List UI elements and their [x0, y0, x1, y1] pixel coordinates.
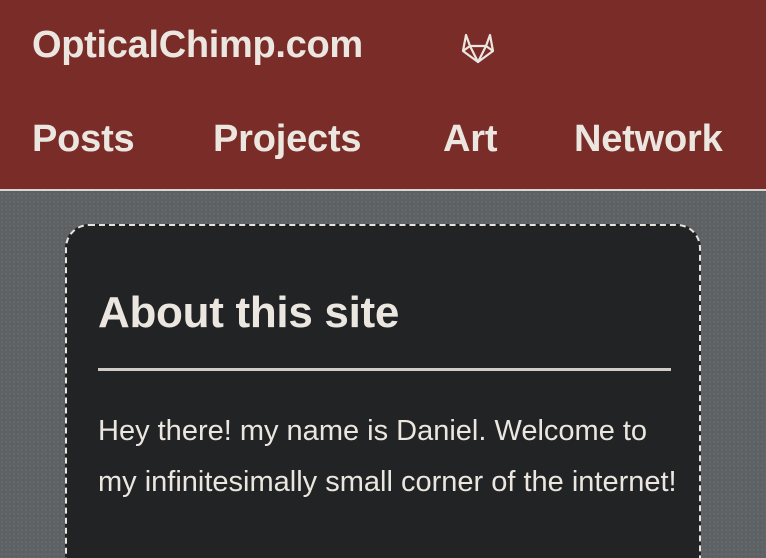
card-body-text: Hey there! my name is Daniel. Welcome to…	[98, 415, 677, 498]
gitlab-link[interactable]	[458, 27, 498, 67]
title-divider	[98, 368, 671, 371]
site-header: OpticalChimp.com Posts Projects Art Netw…	[0, 0, 766, 191]
nav-item-projects[interactable]: Projects	[213, 118, 362, 161]
nav-item-posts[interactable]: Posts	[32, 118, 135, 161]
gitlab-icon	[461, 33, 495, 64]
about-card: About this site Hey there! my name is Da…	[65, 224, 701, 558]
site-title-link[interactable]: OpticalChimp.com	[32, 24, 363, 67]
card-title: About this site	[98, 288, 400, 337]
nav-item-art[interactable]: Art	[443, 118, 497, 161]
main-nav: Posts Projects Art Network	[0, 118, 766, 168]
nav-item-network[interactable]: Network	[574, 118, 723, 161]
